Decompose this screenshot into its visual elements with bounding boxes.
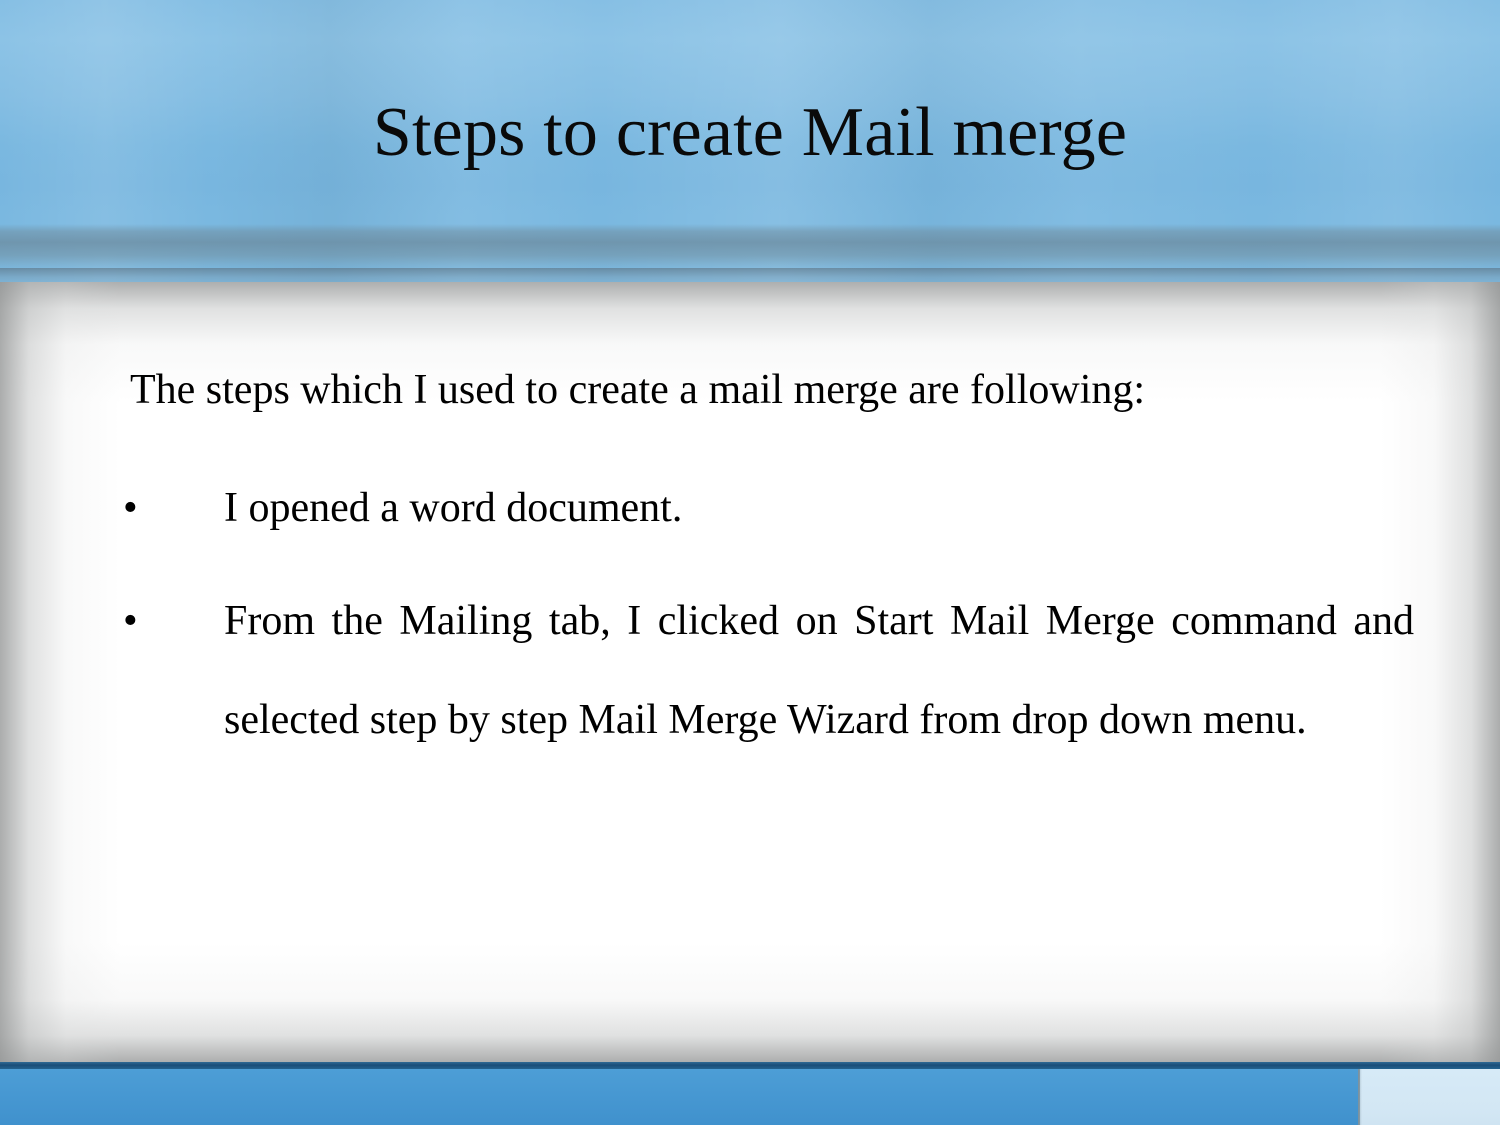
slide-title: Steps to create Mail merge (372, 94, 1128, 171)
list-item: • From the Mailing tab, I clicked on Sta… (88, 572, 1414, 770)
header-accent-band (0, 224, 1500, 270)
footer-top-rule (0, 1062, 1500, 1069)
list-item-text: From the Mailing tab, I clicked on Start… (224, 598, 1414, 743)
list-item: • I opened a word document. (88, 459, 1414, 558)
bullet-list: • I opened a word document. • From the M… (88, 459, 1414, 770)
slide-footer (0, 1062, 1500, 1125)
content-vignette-bottom (0, 942, 1500, 1062)
footer-accent-block (1358, 1069, 1500, 1125)
slide: Steps to create Mail merge The steps whi… (0, 0, 1500, 1125)
footer-blue-bar (0, 1069, 1500, 1125)
bullet-dot-icon: • (123, 485, 138, 531)
slide-body: The steps which I used to create a mail … (88, 344, 1414, 770)
slide-content-area: The steps which I used to create a mail … (0, 282, 1500, 1062)
list-item-text: I opened a word document. (224, 485, 683, 531)
bullet-dot-icon: • (123, 598, 138, 644)
lead-paragraph: The steps which I used to create a mail … (130, 367, 1146, 413)
